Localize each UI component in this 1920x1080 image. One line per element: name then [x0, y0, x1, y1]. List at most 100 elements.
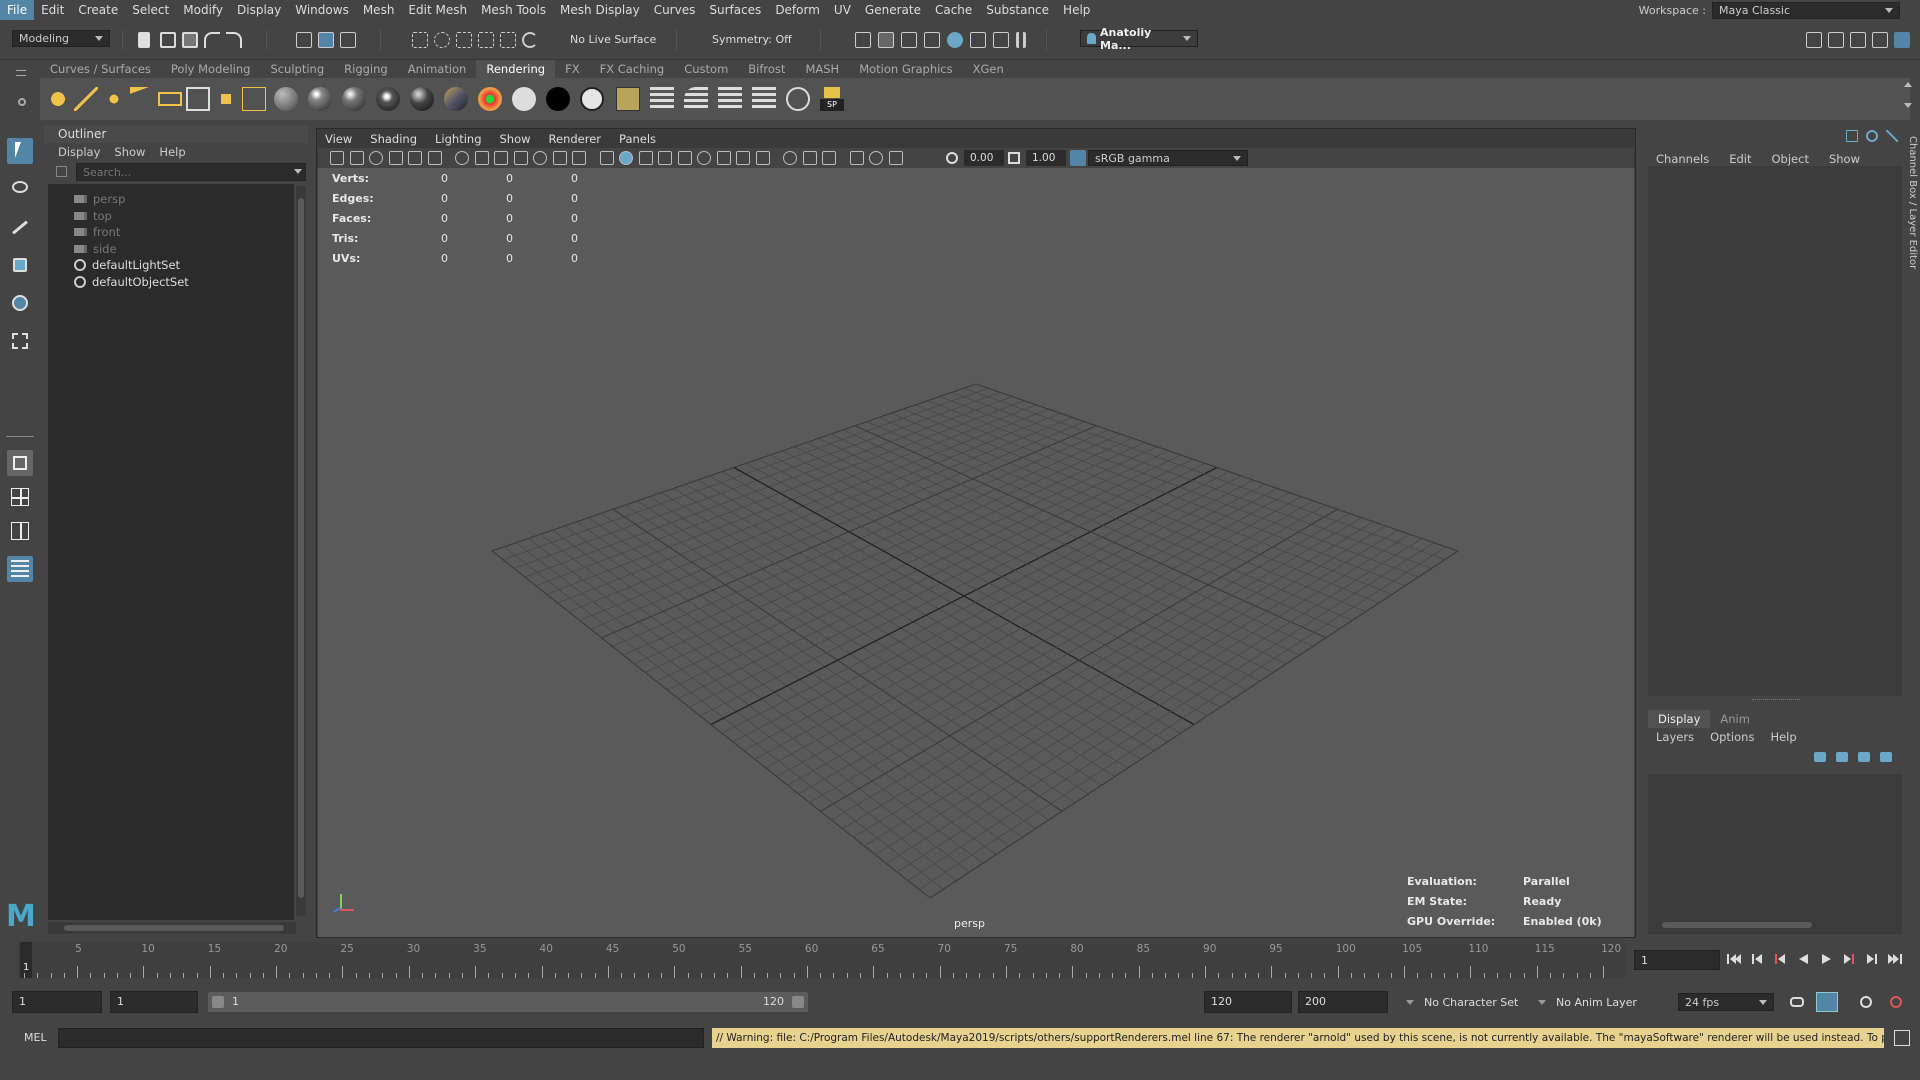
xray-active-icon[interactable]: [869, 151, 883, 165]
shelf-tab-fx-caching[interactable]: FX Caching: [590, 60, 675, 78]
xray-joints-icon[interactable]: [849, 151, 864, 165]
camera-attributes-icon[interactable]: [349, 151, 364, 165]
rotate-tool-icon[interactable]: [7, 290, 33, 316]
layer-tab-anim[interactable]: Anim: [1710, 710, 1760, 728]
panel-resize-handle[interactable]: [1752, 699, 1800, 701]
menu-mesh-display[interactable]: Mesh Display: [553, 0, 647, 20]
ambient-light-icon[interactable]: [46, 87, 70, 111]
attribute-editor-icon[interactable]: [1866, 130, 1878, 142]
render-sequence-icon[interactable]: [752, 87, 776, 111]
current-time-marker[interactable]: 1: [20, 942, 32, 978]
gamma-field[interactable]: 1.00: [1026, 150, 1066, 166]
snap-view-icon[interactable]: [478, 32, 494, 48]
menu-surfaces[interactable]: Surfaces: [702, 0, 768, 20]
depth-of-field-icon[interactable]: [802, 151, 817, 165]
screen-space-ao-icon[interactable]: [736, 151, 750, 165]
select-tool-icon[interactable]: [7, 138, 33, 164]
snap-curve-icon[interactable]: [434, 32, 450, 48]
menu-file[interactable]: File: [0, 0, 35, 20]
viewport-menu-shading[interactable]: Shading: [370, 132, 417, 146]
material-black-icon[interactable]: [546, 87, 570, 111]
menu-cache[interactable]: Cache: [928, 0, 979, 20]
scene-start-field[interactable]: 1: [12, 991, 102, 1013]
menu-edit[interactable]: Edit: [34, 0, 71, 20]
snap-rotate-icon[interactable]: [522, 32, 538, 48]
playback-end-field[interactable]: 120: [1204, 991, 1292, 1013]
menu-windows[interactable]: Windows: [288, 0, 356, 20]
xray-icon[interactable]: [658, 151, 672, 165]
shelf-tab-motion-graphics[interactable]: Motion Graphics: [849, 60, 962, 78]
isolate-select-icon[interactable]: [822, 151, 836, 165]
paint-select-tool-icon[interactable]: [7, 214, 33, 240]
render-settings-shelf-icon[interactable]: [616, 87, 640, 111]
use-lights-icon[interactable]: [697, 151, 711, 165]
workspace-dropdown[interactable]: Maya Classic: [1712, 1, 1900, 19]
image-plane-icon[interactable]: [388, 151, 403, 165]
menu-generate[interactable]: Generate: [858, 0, 928, 20]
menu-create[interactable]: Create: [71, 0, 125, 20]
outliner-item-side[interactable]: side: [74, 240, 117, 258]
scroll-thumb[interactable]: [298, 198, 304, 898]
ipr-render-icon[interactable]: [901, 32, 917, 48]
time-slider[interactable]: 1 5 10 15 20 25 30 35 40 45 50 55 60 65 70 75 80 85 90 95 1…: [18, 942, 1626, 978]
anim-prefs-icon[interactable]: [1860, 996, 1872, 1008]
snap-grid-icon[interactable]: [412, 32, 428, 48]
gear-icon[interactable]: [18, 98, 26, 106]
shelf-tab-poly-modeling[interactable]: Poly Modeling: [161, 60, 261, 78]
outliner-hscrollbar[interactable]: [48, 922, 296, 934]
scroll-thumb[interactable]: [64, 925, 284, 931]
user-account-dropdown[interactable]: Anatoliy Ma...: [1080, 26, 1198, 52]
undo-icon[interactable]: [204, 32, 220, 48]
substance-painter-folder-icon[interactable]: SP: [820, 87, 844, 111]
select-object-icon[interactable]: [318, 32, 334, 48]
redo-icon[interactable]: [226, 32, 242, 48]
current-frame-field[interactable]: 1: [1634, 950, 1720, 970]
exposure-field[interactable]: 0.00: [964, 150, 1004, 166]
viewport-menu-view[interactable]: View: [325, 132, 352, 146]
select-component-icon[interactable]: [340, 32, 356, 48]
filter-icon[interactable]: [56, 166, 67, 177]
area-light-icon[interactable]: [158, 92, 182, 106]
shelf-tab-xgen[interactable]: XGen: [963, 60, 1014, 78]
render-pass-icon[interactable]: [684, 87, 708, 111]
camera-light-icon[interactable]: [214, 87, 238, 111]
move-layer-down-icon[interactable]: [1836, 752, 1848, 762]
viewport-menu-show[interactable]: Show: [500, 132, 531, 146]
layer-editor-icon[interactable]: [1894, 32, 1910, 48]
persp-outliner-layout-icon[interactable]: [7, 518, 33, 544]
outliner-item-front[interactable]: front: [74, 223, 120, 241]
tool-settings-icon[interactable]: [1886, 130, 1898, 142]
layer-menu-layers[interactable]: Layers: [1656, 730, 1694, 744]
exposure-icon[interactable]: [946, 152, 958, 164]
modeling-toolkit-icon[interactable]: [1806, 32, 1822, 48]
menu-modify[interactable]: Modify: [176, 0, 230, 20]
character-set-dropdown[interactable]: No Character Set: [1406, 991, 1534, 1013]
channel-box-menu-channels[interactable]: Channels: [1656, 152, 1709, 166]
grid-icon[interactable]: [455, 151, 469, 165]
menu-edit-mesh[interactable]: Edit Mesh: [401, 0, 474, 20]
snap-surface-icon[interactable]: [500, 32, 516, 48]
material-phonge-icon[interactable]: [376, 87, 400, 111]
shelf-tab-custom[interactable]: Custom: [674, 60, 738, 78]
menu-mesh[interactable]: Mesh: [356, 0, 402, 20]
material-shadow-icon[interactable]: [580, 87, 604, 111]
select-hierarchy-icon[interactable]: [296, 32, 312, 48]
outliner-menu-show[interactable]: Show: [114, 145, 145, 159]
live-surface-label[interactable]: No Live Surface: [570, 33, 656, 46]
anti-aliasing-icon[interactable]: [783, 151, 797, 165]
material-aniso-icon[interactable]: [410, 87, 434, 111]
channel-box-menu-show[interactable]: Show: [1829, 152, 1860, 166]
step-forward-key-icon[interactable]: [1842, 952, 1856, 966]
play-forwards-icon[interactable]: [1819, 952, 1833, 966]
go-to-start-icon[interactable]: [1727, 952, 1741, 966]
2d-pan-zoom-icon[interactable]: [408, 151, 422, 165]
material-ramp-icon[interactable]: [444, 87, 468, 111]
range-end-handle[interactable]: [792, 996, 804, 1008]
command-input[interactable]: [58, 1028, 704, 1048]
smooth-shade-icon[interactable]: [619, 151, 633, 165]
outliner-vscrollbar[interactable]: [296, 186, 306, 916]
new-scene-icon[interactable]: [138, 32, 150, 48]
outliner-item-persp[interactable]: persp: [74, 190, 125, 208]
four-view-layout-icon[interactable]: [7, 484, 33, 510]
shelf-tab-animation[interactable]: Animation: [398, 60, 477, 78]
